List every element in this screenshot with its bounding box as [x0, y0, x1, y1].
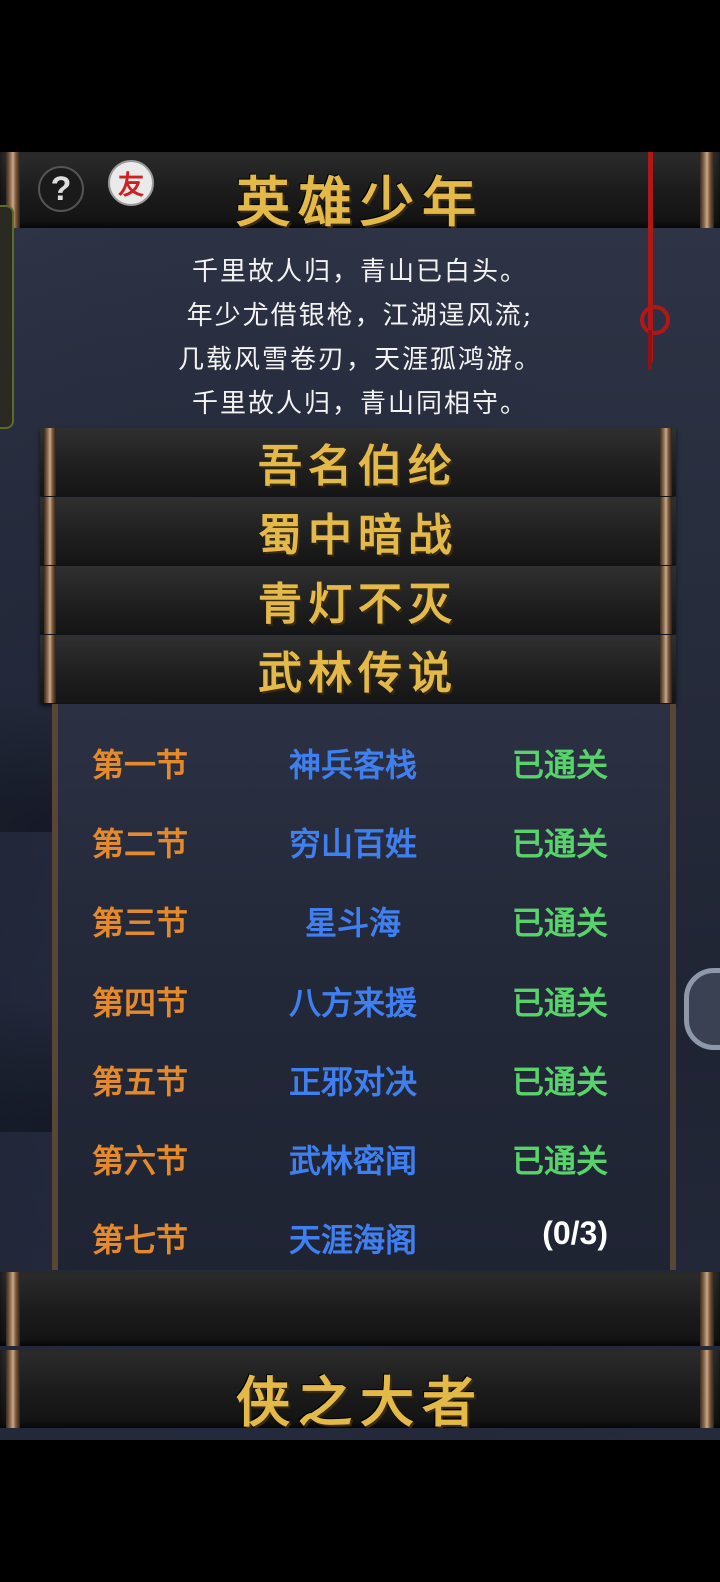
poem-line: 几载风雪卷刃，天涯孤鸿游。	[177, 345, 542, 375]
chapter-label: 蜀中暗战	[258, 510, 458, 561]
section-name: 穷山百姓	[288, 826, 417, 862]
section-name: 神兵客栈	[288, 747, 417, 783]
book-title: 英雄少年	[236, 170, 484, 234]
friend-icon[interactable]: 友	[108, 160, 154, 206]
rolled-scroll	[0, 1272, 720, 1346]
chapter-3[interactable]: 青灯不灭	[40, 566, 676, 634]
section-list: 第一节 神兵客栈 已通关 第二节 穷山百姓 已通关 第三节 星斗海 已通关 第四…	[52, 704, 676, 1270]
section-number: 第五节	[92, 1064, 189, 1100]
section-name: 正邪对决	[288, 1064, 417, 1100]
section-row[interactable]: 第二节 穷山百姓 已通关	[58, 809, 670, 869]
section-number: 第六节	[92, 1143, 189, 1179]
section-number: 第二节	[92, 826, 189, 862]
next-book-banner[interactable]: 侠之大者	[0, 1350, 720, 1434]
section-status: 已通关	[511, 1143, 608, 1179]
section-status: 已通关	[511, 985, 608, 1021]
section-row[interactable]: 第五节 正邪对决 已通关	[58, 1047, 670, 1107]
section-row[interactable]: 第七节 天涯海阁 (0/3)	[58, 1205, 670, 1265]
section-row[interactable]: 第六节 武林密闻 已通关	[58, 1126, 670, 1186]
section-name: 八方来援	[288, 985, 417, 1021]
section-number: 第三节	[92, 905, 189, 941]
section-name: 星斗海	[304, 905, 401, 941]
poem-line: 千里故人归，青山已白头。	[191, 257, 528, 287]
section-number: 第四节	[92, 985, 189, 1021]
chapter-4[interactable]: 武林传说	[40, 635, 676, 703]
poem-line: 年少尤借银枪，江湖逞风流;	[186, 301, 534, 331]
scroll-rod-left	[6, 1272, 20, 1346]
section-status: 已通关	[511, 905, 608, 941]
side-ring-button[interactable]	[684, 968, 720, 1050]
chapter-2[interactable]: 蜀中暗战	[40, 497, 676, 565]
bottom-black-area	[0, 1440, 720, 1582]
section-status: 已通关	[511, 826, 608, 862]
title-banner: 英雄少年	[0, 152, 720, 234]
chapter-label: 吾名伯纶	[258, 441, 458, 492]
section-name: 天涯海阁	[288, 1222, 417, 1258]
chapter-label: 青灯不灭	[258, 579, 458, 630]
poem-line: 千里故人归，青山同相守。	[191, 389, 528, 419]
section-row[interactable]: 第四节 八方来援 已通关	[58, 968, 670, 1028]
section-progress: (0/3)	[542, 1215, 608, 1251]
next-book-title: 侠之大者	[236, 1370, 484, 1434]
section-name: 武林密闻	[288, 1143, 417, 1179]
scroll-rod-right	[700, 1272, 714, 1346]
section-status: 已通关	[511, 747, 608, 783]
chapter-1[interactable]: 吾名伯纶	[40, 428, 676, 496]
help-icon[interactable]: ?	[38, 166, 84, 212]
chapter-label: 武林传说	[258, 648, 458, 699]
section-number: 第一节	[92, 747, 189, 783]
top-black-area	[0, 0, 720, 152]
section-row[interactable]: 第一节 神兵客栈 已通关	[58, 730, 670, 790]
section-number: 第七节	[92, 1222, 189, 1258]
section-status: 已通关	[511, 1064, 608, 1100]
section-row[interactable]: 第三节 星斗海 已通关	[58, 888, 670, 948]
poem: 千里故人归，青山已白头。 年少尤借银枪，江湖逞风流; 几载风雪卷刃，天涯孤鸿游。…	[0, 250, 720, 426]
